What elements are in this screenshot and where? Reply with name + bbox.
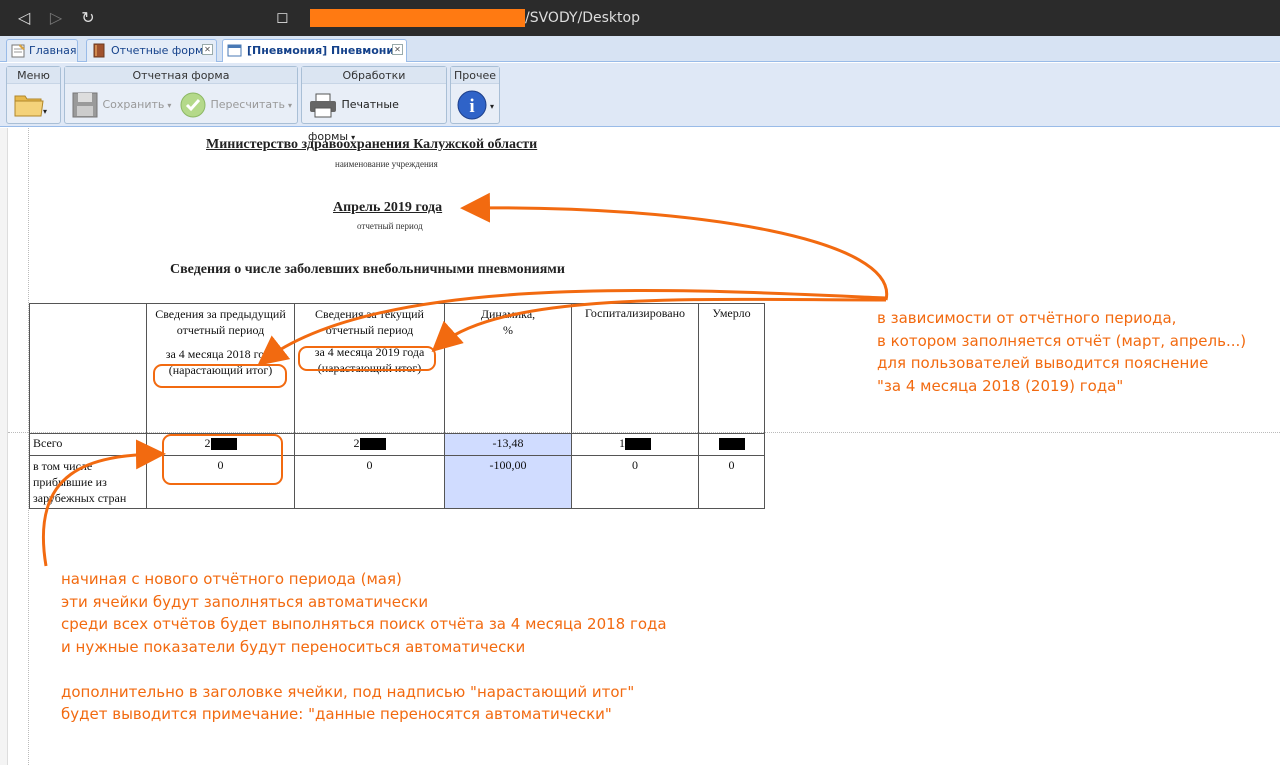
close-icon[interactable]: ✕ xyxy=(202,44,213,55)
table-row: в том числе прибывшие из зарубежных стра… xyxy=(29,455,765,509)
header-prev-label: Сведения за предыдущий отчетный период xyxy=(155,307,286,337)
processing-group-title: Обработки xyxy=(302,67,446,84)
print-forms-button[interactable]: Печатные формы ▾ xyxy=(308,89,446,143)
info-icon: i ▾ xyxy=(457,90,494,120)
tab-report-forms[interactable]: Отчетные формы ✕ xyxy=(86,39,217,62)
save-label: Сохранить xyxy=(102,98,165,111)
menu-button[interactable]: ▾ xyxy=(13,89,49,121)
header-cur-label: Сведения за текущий отчетный период xyxy=(315,307,424,337)
book-icon xyxy=(93,43,105,58)
redacted-value xyxy=(718,438,745,451)
back-icon[interactable]: ◁ xyxy=(14,8,34,28)
window-icon xyxy=(227,44,242,57)
annotation-oval-cur-note xyxy=(298,346,436,371)
svg-text:▾: ▾ xyxy=(43,107,47,116)
left-panel-strip xyxy=(0,128,8,765)
header-empty xyxy=(29,303,147,434)
header-prev-note: за 4 месяца 2018 года xyxy=(165,347,276,361)
organization-caption: наименование учреждения xyxy=(335,159,438,169)
header-died: Умерло xyxy=(698,303,765,434)
annotation-bottom: начиная с нового отчётного периода (мая)… xyxy=(61,570,667,723)
browser-bar: ◁ ▷ ↻ ◻ /SVODY/Desktop xyxy=(0,0,1280,36)
svg-text:i: i xyxy=(469,96,474,117)
notepad-icon xyxy=(11,44,25,58)
annotation-oval-prev-cells xyxy=(162,434,283,485)
table-row: Всего 2 2 -13,48 1 xyxy=(29,433,765,456)
cell-hospitalized[interactable]: 1 xyxy=(571,433,699,456)
floppy-icon xyxy=(72,92,98,118)
address-bar[interactable]: /SVODY/Desktop xyxy=(300,6,1280,30)
organization-name: Министерство здравоохранения Калужской о… xyxy=(206,137,538,152)
tab-home[interactable]: Главная xyxy=(6,39,78,62)
annotation-right: в зависимости от отчётного периода, в ко… xyxy=(877,309,1247,395)
row-label: Всего xyxy=(29,433,147,456)
menu-group: Меню ▾ xyxy=(6,66,61,124)
close-icon[interactable]: ✕ xyxy=(392,44,403,55)
header-dynamics-label: Динамика, xyxy=(480,307,536,321)
redacted-value xyxy=(359,438,386,451)
report-form-group-title: Отчетная форма xyxy=(65,67,297,84)
recalc-button[interactable]: Пересчитать ▾ xyxy=(179,89,292,121)
cell-died[interactable] xyxy=(698,433,765,456)
report-form-group: Отчетная форма Сохранить ▾ Пересчитать ▾ xyxy=(64,66,298,124)
forward-icon[interactable]: ▷ xyxy=(46,8,66,28)
tab-bar: Главная Отчетные формы ✕ [Пневмония] Пне… xyxy=(0,36,1280,62)
processing-group: Обработки Печатные формы ▾ xyxy=(301,66,447,143)
header-dynamics: Динамика, % xyxy=(444,303,572,434)
cell-dynamics: -13,48 xyxy=(444,433,572,456)
recalc-label: Пересчитать xyxy=(210,98,286,111)
reporting-period-caption: отчетный период xyxy=(357,221,423,231)
url-path: /SVODY/Desktop xyxy=(525,10,640,26)
save-button[interactable]: Сохранить ▾ xyxy=(71,89,171,121)
reload-icon[interactable]: ↻ xyxy=(78,8,98,28)
cell-hospitalized[interactable]: 0 xyxy=(571,455,699,509)
redacted-value xyxy=(625,438,651,451)
cell-cur[interactable]: 0 xyxy=(294,455,445,509)
cell-cur[interactable]: 2 xyxy=(294,433,445,456)
tab-pneumonia[interactable]: [Пневмония] Пневмония ✕ xyxy=(222,39,407,62)
header-dynamics-unit: % xyxy=(503,323,513,337)
printer-icon xyxy=(310,93,336,118)
other-group-title: Прочее xyxy=(451,67,499,84)
ribbon-toolbar: Меню ▾ Отчетная форма Сохранить ▾ Пересчи… xyxy=(0,63,1280,143)
tab-pneumonia-label: [Пневмония] Пневмония xyxy=(247,44,402,57)
annotation-oval-prev-note xyxy=(153,364,287,388)
info-button[interactable]: i ▾ xyxy=(456,89,496,121)
svg-text:▾: ▾ xyxy=(490,102,494,111)
row-label: в том числе прибывшие из зарубежных стра… xyxy=(29,455,147,509)
report-heading: Сведения о числе заболевших внебольничны… xyxy=(170,262,565,277)
redacted-host xyxy=(310,9,525,27)
tab-report-forms-label: Отчетные формы xyxy=(111,44,212,57)
report-table: Сведения за предыдущий отчетный период з… xyxy=(29,303,765,509)
bookmark-icon[interactable]: ◻ xyxy=(276,8,294,28)
cell-died[interactable]: 0 xyxy=(698,455,765,509)
check-icon xyxy=(180,92,206,118)
header-hospitalized: Госпитализировано xyxy=(571,303,699,434)
reporting-period: Апрель 2019 года xyxy=(333,200,443,215)
arrow-to-period xyxy=(460,192,889,301)
cell-dynamics: -100,00 xyxy=(444,455,572,509)
tab-home-label: Главная xyxy=(29,44,77,57)
menu-group-title: Меню xyxy=(7,67,60,84)
folder-icon: ▾ xyxy=(14,95,47,117)
other-group: Прочее i ▾ xyxy=(450,66,500,124)
